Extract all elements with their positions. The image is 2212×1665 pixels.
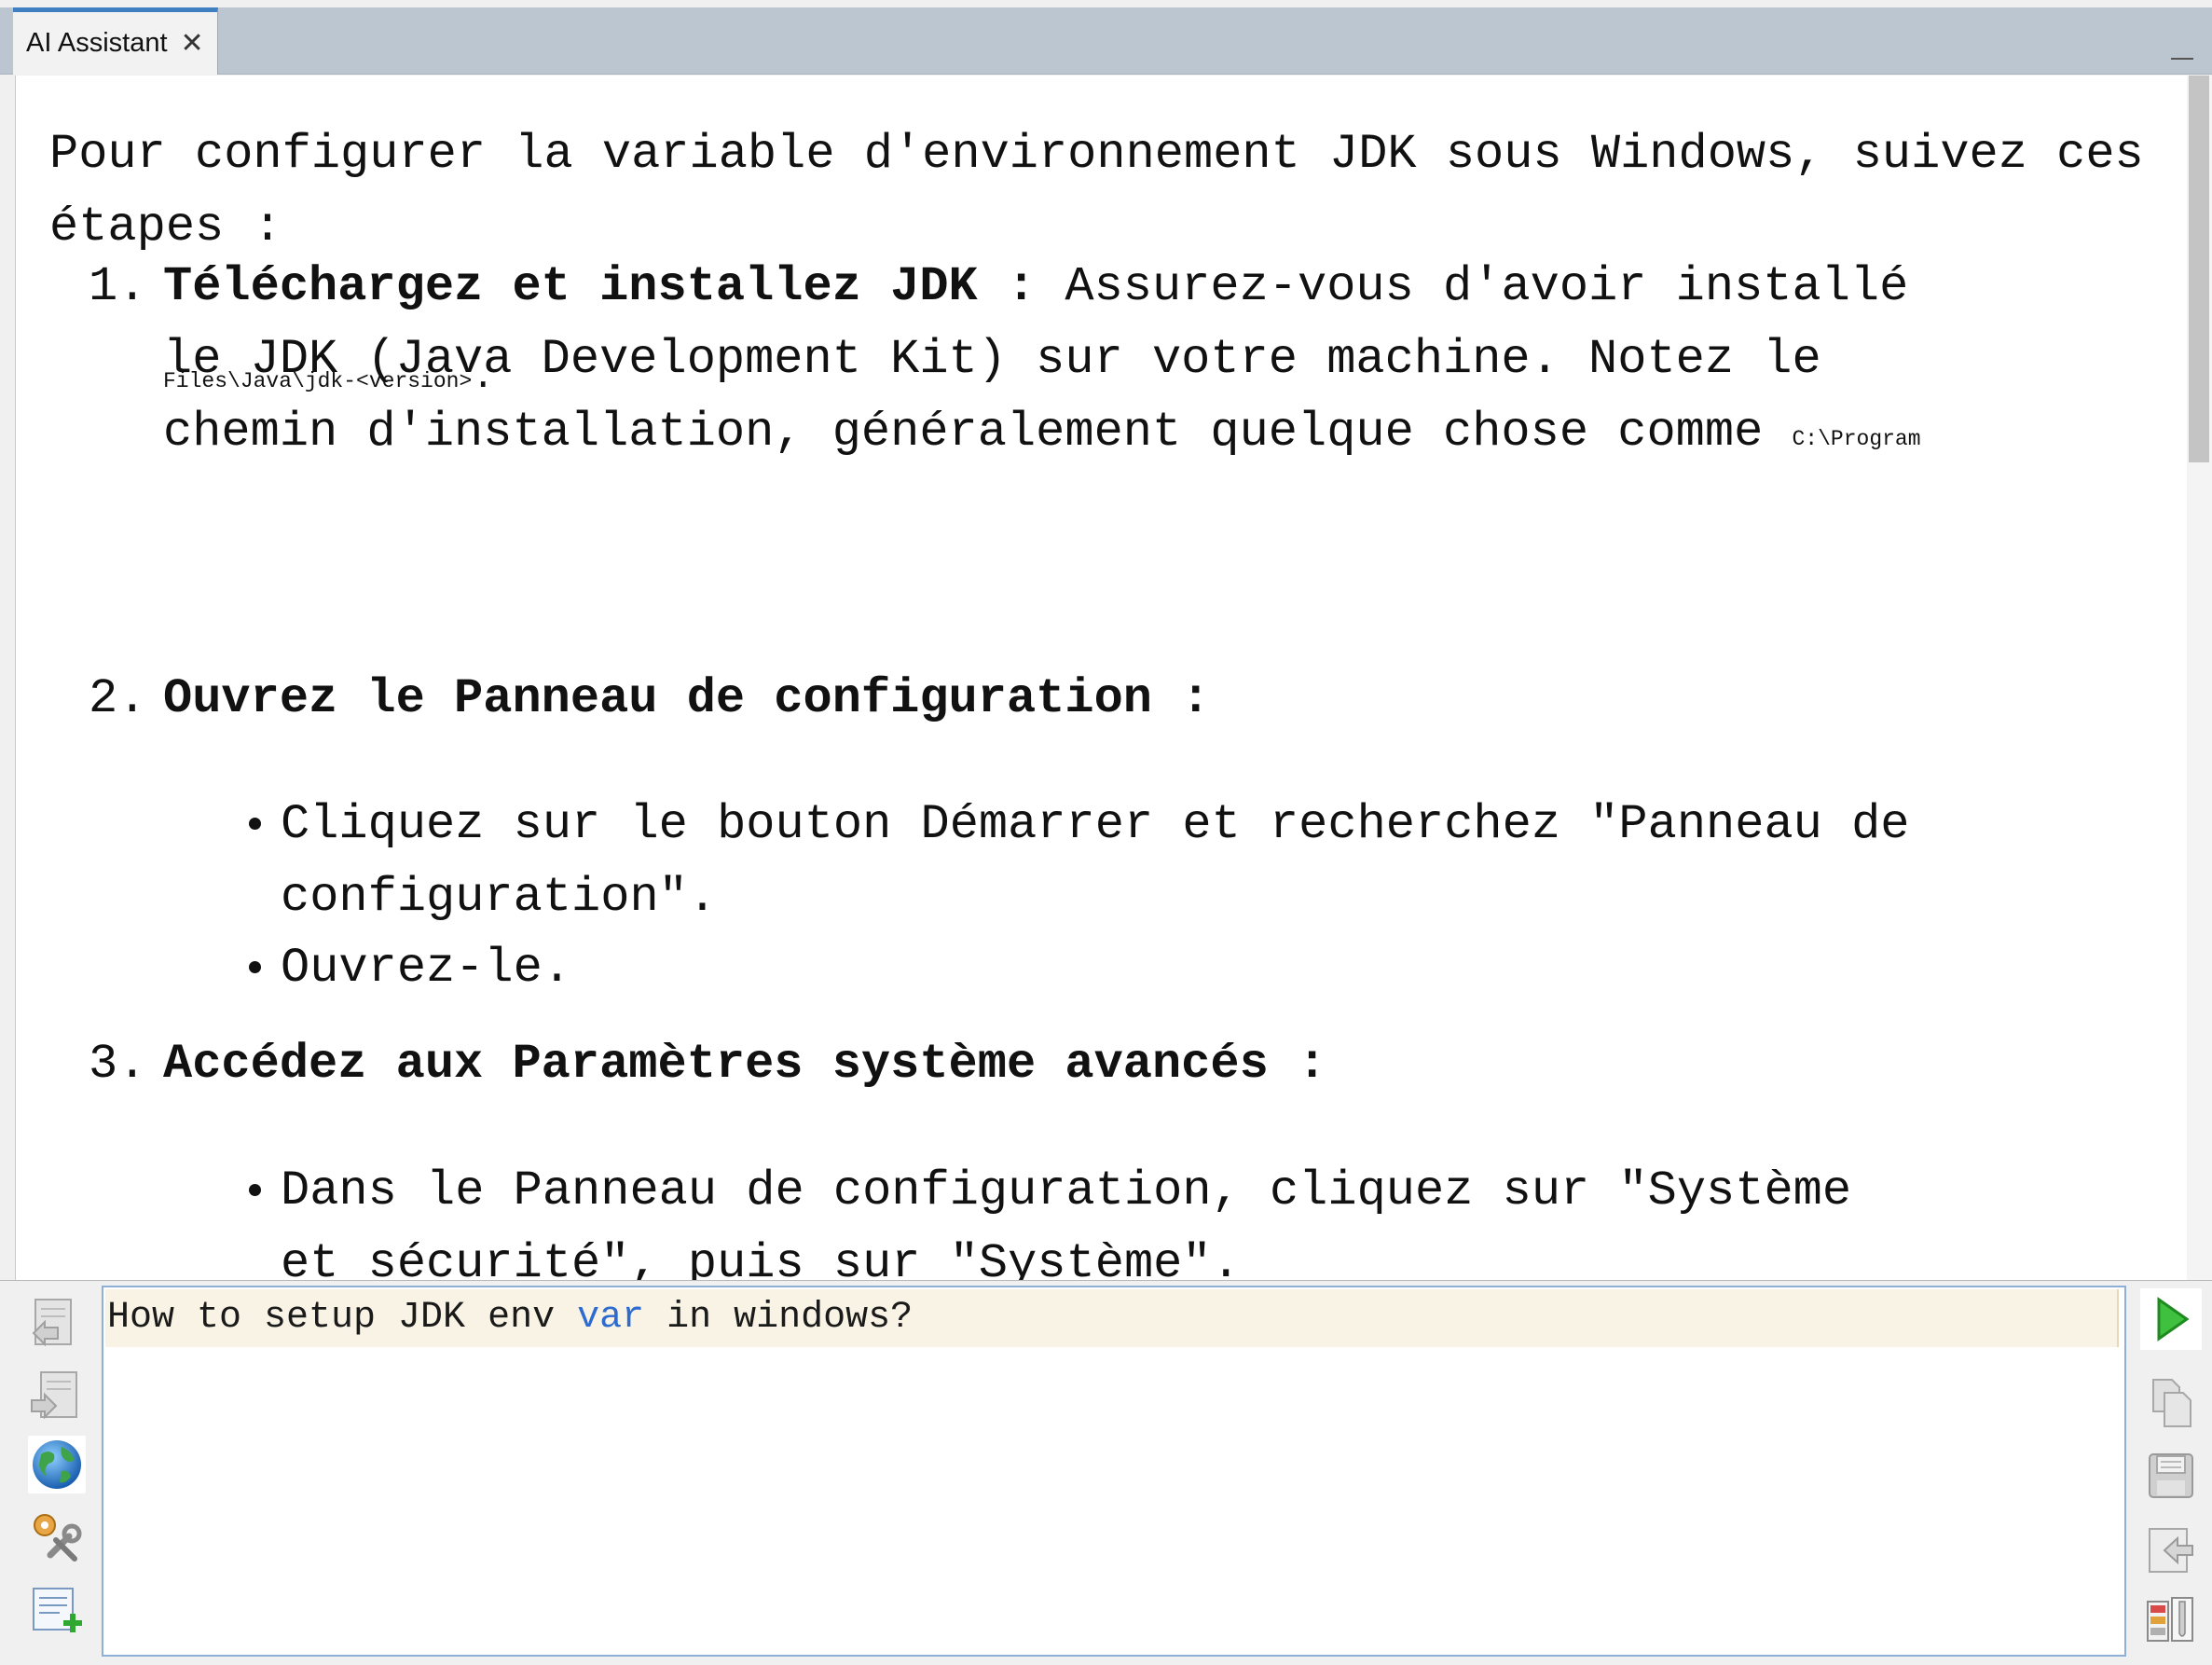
bullet-dot xyxy=(249,1184,261,1196)
step-line: Téléchargez et installez JDK : Assurez-v… xyxy=(163,251,2149,323)
save-icon[interactable] xyxy=(2140,1445,2202,1507)
scrollbar-thumb[interactable] xyxy=(2189,76,2209,462)
insert-icon[interactable] xyxy=(2140,1520,2202,1581)
vertical-scrollbar[interactable] xyxy=(2187,76,2212,1280)
next-question-icon[interactable] xyxy=(28,1367,86,1424)
step-title: Ouvrez le Panneau de configuration : xyxy=(163,671,1211,726)
send-icon[interactable] xyxy=(2140,1288,2202,1350)
bullet-text: Ouvrez-le. xyxy=(281,932,2164,1005)
tab-title: AI Assistant xyxy=(26,28,168,58)
query-text-part: in windows? xyxy=(644,1297,914,1339)
code-inline: Files\Java\jdk-<version> xyxy=(163,369,473,393)
step-title: Accédez aux Paramètres système avancés : xyxy=(163,1037,1327,1092)
step-number: 3. xyxy=(89,1037,147,1092)
bullet-line: Ouvrez-le. xyxy=(281,941,572,996)
step-text: Assurez-vous d'avoir installé xyxy=(1065,259,1909,314)
query-keyword: var xyxy=(577,1297,645,1339)
step-body: Accédez aux Paramètres système avancés : xyxy=(163,1028,2149,1101)
tab-ai-assistant[interactable]: AI Assistant ✕ xyxy=(13,7,218,75)
step-line: chemin d'installation, généralement quel… xyxy=(163,396,2149,475)
code-inline: C:\Program xyxy=(1792,427,1921,451)
query-text[interactable]: How to setup JDK env var in windows? xyxy=(105,1289,2119,1347)
step-text: . xyxy=(472,357,495,399)
new-chat-icon[interactable] xyxy=(28,1583,86,1641)
code-line: Files\Java\jdk-<version>. xyxy=(163,360,494,400)
bullet-line: configuration". xyxy=(281,870,718,925)
bullet-text: Cliquez sur le bouton Démarrer et recher… xyxy=(281,789,2164,934)
bullet-line: Cliquez sur le bouton Démarrer et recher… xyxy=(281,797,1910,852)
left-toolbar xyxy=(19,1281,97,1665)
bullet-line: Dans le Panneau de configuration, clique… xyxy=(281,1163,1852,1218)
input-panel: How to setup JDK env var in windows? xyxy=(0,1280,2212,1665)
minimize-button[interactable] xyxy=(2169,21,2197,67)
bullet-line: et sécurité", puis sur "Système". xyxy=(281,1236,1241,1280)
tab-bar: AI Assistant ✕ xyxy=(0,7,2212,75)
step-body: Ouvrez le Panneau de configuration : xyxy=(163,663,2149,736)
query-text-part: How to setup JDK env xyxy=(107,1297,578,1339)
question-input[interactable]: How to setup JDK env var in windows? xyxy=(102,1286,2126,1657)
step-number: 1. xyxy=(89,259,147,314)
settings-tools-icon[interactable] xyxy=(28,1508,86,1566)
step-number: 2. xyxy=(89,671,147,726)
response-intro: Pour configurer la variable d'environnem… xyxy=(49,127,2144,255)
step-title: Téléchargez et installez JDK : xyxy=(163,259,1037,314)
bullet-dot xyxy=(249,961,261,973)
copy-icon[interactable] xyxy=(2140,1372,2202,1434)
step-text: chemin d'installation, généralement quel… xyxy=(163,405,1764,460)
bullet-dot xyxy=(249,818,261,830)
bullet-text: Dans le Panneau de configuration, clique… xyxy=(281,1155,2164,1280)
globe-icon[interactable] xyxy=(28,1436,86,1493)
close-icon[interactable]: ✕ xyxy=(181,29,204,58)
response-area: Pour configurer la variable d'environnem… xyxy=(15,76,2187,1280)
previous-question-icon[interactable] xyxy=(28,1294,86,1352)
ai-assistant-window: AI Assistant ✕ Pour configurer la variab… xyxy=(0,0,2212,1665)
clipboard-history-icon[interactable] xyxy=(2140,1589,2202,1650)
right-toolbar xyxy=(2129,1281,2212,1665)
